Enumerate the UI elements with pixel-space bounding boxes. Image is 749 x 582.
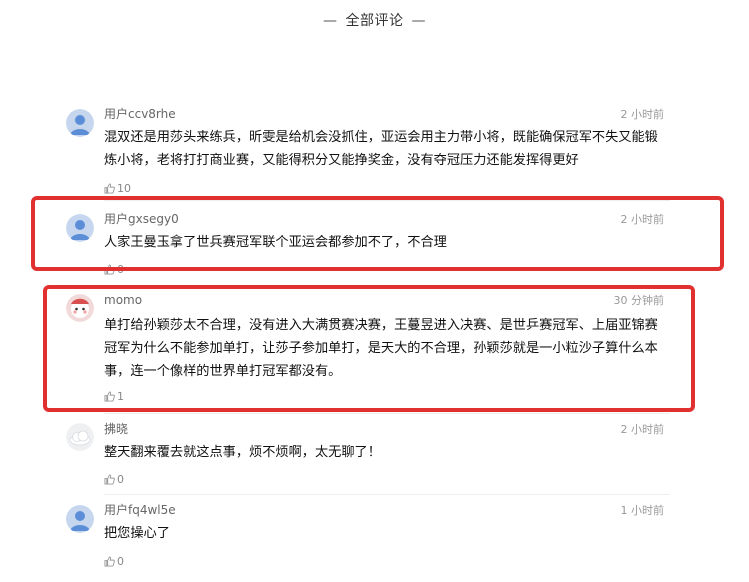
default-user-avatar-icon[interactable] bbox=[66, 505, 94, 533]
comment-time: 1 小时前 bbox=[620, 504, 665, 517]
like-count: 0 bbox=[117, 555, 124, 568]
like-button[interactable]: 0 bbox=[104, 555, 124, 571]
comments-header: — 全部评论 — bbox=[0, 10, 749, 30]
comment-text: 混双还是用莎头来练兵，昕雯是给机会没抓住，亚运会用主力带小将，既能确保冠军不失又… bbox=[104, 130, 658, 168]
comment-item: 用户fq4wl5e 1 小时前 把您操心了 0 bbox=[66, 502, 670, 572]
comment-text: 整天翻来覆去就这点事，烦不烦啊，太无聊了！ bbox=[104, 445, 381, 460]
comment-username[interactable]: 用户ccv8rhe bbox=[104, 106, 176, 122]
like-count: 10 bbox=[117, 182, 131, 195]
comment-time: 2 小时前 bbox=[620, 423, 665, 436]
header-dash-right: — bbox=[411, 13, 426, 29]
comment-item: 用户ccv8rhe 2 小时前 混双还是用莎头来练兵，昕雯是给机会没抓住，亚运会… bbox=[66, 106, 670, 195]
cloud-avatar-icon[interactable] bbox=[66, 423, 94, 451]
thumb-up-icon bbox=[104, 556, 115, 571]
header-dash-left: — bbox=[323, 13, 338, 29]
comment-time: 2 小时前 bbox=[620, 108, 665, 121]
default-user-avatar-icon[interactable] bbox=[66, 109, 94, 137]
comment-divider bbox=[104, 494, 670, 495]
comment-text: 把您操心了 bbox=[104, 526, 170, 541]
highlight-box bbox=[31, 196, 724, 271]
comment-item: 拂晓 2 小时前 整天翻来覆去就这点事，烦不烦啊，太无聊了！ 0 bbox=[66, 421, 670, 489]
comment-divider bbox=[104, 413, 670, 414]
highlight-box bbox=[43, 285, 695, 412]
like-button[interactable]: 0 bbox=[104, 473, 124, 489]
comment-username[interactable]: 拂晓 bbox=[104, 421, 128, 437]
header-title: 全部评论 bbox=[345, 13, 404, 29]
comment-username[interactable]: 用户fq4wl5e bbox=[104, 502, 176, 518]
comments-page: — 全部评论 — 用户ccv8rhe 2 小时前 混双还是用莎头来练兵，昕雯是给机会… bbox=[0, 0, 749, 582]
thumb-up-icon bbox=[104, 474, 115, 489]
like-count: 0 bbox=[117, 473, 124, 486]
